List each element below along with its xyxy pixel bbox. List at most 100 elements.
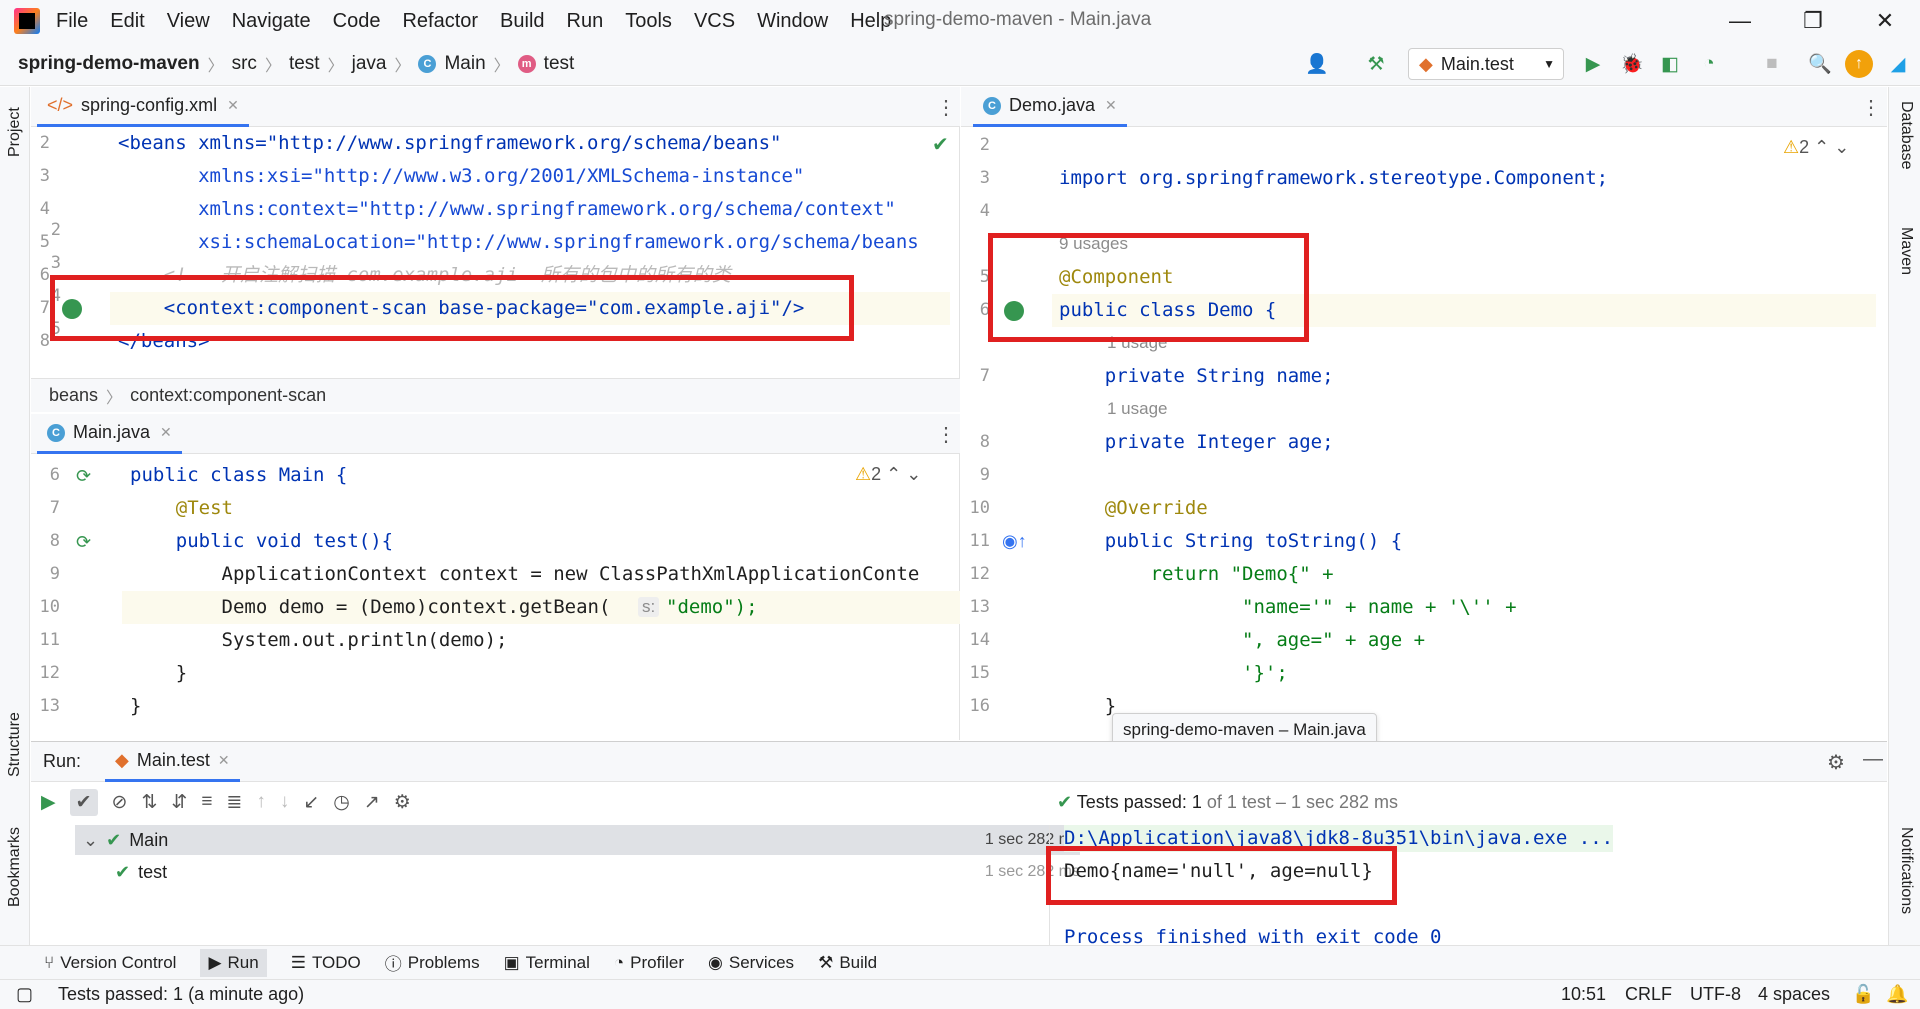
code-line[interactable]: public String toString() {: [1059, 528, 1402, 555]
close-tab-icon[interactable]: ✕: [1105, 97, 1117, 114]
warning-indicator[interactable]: ⚠2 ⌃ ⌄: [1783, 137, 1849, 158]
code-line[interactable]: private String name;: [1059, 363, 1334, 390]
history-icon[interactable]: ◷: [333, 791, 350, 814]
hide-panel-icon[interactable]: —: [1863, 748, 1883, 771]
maven-tool-label[interactable]: Maven: [1897, 227, 1915, 275]
tab-spring-config[interactable]: </> spring-config.xml ✕: [37, 87, 249, 127]
tab-todo[interactable]: ☰ TODO: [291, 953, 361, 973]
export-icon[interactable]: ↗: [364, 791, 380, 814]
menu-tools[interactable]: Tools: [625, 10, 672, 33]
code-line[interactable]: <beans xmlns="http://www.springframework…: [118, 130, 958, 157]
import-icon[interactable]: ↙: [303, 791, 319, 814]
more-options-icon[interactable]: ⋮: [936, 422, 956, 447]
menu-window[interactable]: Window: [757, 10, 828, 33]
gear-icon[interactable]: ⚙: [394, 791, 411, 814]
code-line[interactable]: ApplicationContext context = new ClassPa…: [130, 561, 958, 588]
breadcrumb-project[interactable]: spring-demo-maven: [18, 53, 200, 75]
breadcrumb-main[interactable]: Main: [444, 53, 485, 75]
expand-all-icon[interactable]: ≡: [201, 791, 212, 813]
database-tool-label[interactable]: Database: [1897, 101, 1915, 170]
tab-problems[interactable]: ⓘ Problems: [385, 950, 480, 975]
menu-file[interactable]: File: [56, 10, 88, 33]
tree-row-test[interactable]: ✔ test 1 sec 282 ms: [75, 857, 1080, 887]
run-gutter-icon[interactable]: ⟳: [76, 532, 91, 553]
chevron-down-icon[interactable]: ⌄: [906, 464, 921, 484]
menu-edit[interactable]: Edit: [110, 10, 144, 33]
search-icon[interactable]: 🔍: [1806, 50, 1834, 78]
rerun-icon[interactable]: ▶: [41, 791, 56, 814]
breadcrumb-src[interactable]: src: [232, 53, 257, 75]
xml-breadcrumb-scan[interactable]: context:component-scan: [130, 385, 326, 406]
debug-icon[interactable]: 🐞: [1618, 50, 1646, 78]
close-tab-icon[interactable]: ✕: [160, 424, 172, 441]
chevron-up-icon[interactable]: ⌃: [886, 464, 901, 484]
menu-refactor[interactable]: Refactor: [402, 10, 478, 33]
collapse-all-icon[interactable]: ≣: [226, 791, 242, 814]
code-line[interactable]: ", age=" + age +: [1059, 627, 1425, 654]
notifications-tool-label[interactable]: Notifications: [1897, 827, 1915, 914]
tab-version-control[interactable]: ⑂ Version Control: [44, 953, 176, 973]
xml-breadcrumb-beans[interactable]: beans: [49, 385, 98, 406]
code-line[interactable]: xmlns:xsi="http://www.w3.org/2001/XMLSch…: [118, 163, 958, 190]
bookmarks-tool-label[interactable]: Bookmarks: [6, 827, 24, 907]
breadcrumb-method[interactable]: test: [544, 53, 575, 75]
code-line[interactable]: Demo demo = (Demo)context.getBean(: [130, 594, 611, 621]
tab-run-main-test[interactable]: ◆ Main.test ✕: [105, 742, 240, 782]
code-line[interactable]: return "Demo{" +: [1059, 561, 1334, 588]
breadcrumb-java[interactable]: java: [352, 53, 387, 75]
code-line[interactable]: import org.springframework.stereotype.Co…: [1059, 165, 1608, 192]
code-line[interactable]: @Test: [130, 495, 233, 522]
user-icon[interactable]: 👤: [1303, 50, 1331, 78]
minimize-button[interactable]: —: [1705, 0, 1775, 42]
tab-terminal[interactable]: ▣ Terminal: [504, 953, 590, 973]
override-gutter-icon[interactable]: ◉↑: [1002, 531, 1027, 552]
code-line[interactable]: "name='" + name + '\'' +: [1059, 594, 1517, 621]
close-tab-icon[interactable]: ✕: [227, 97, 239, 114]
line-separator[interactable]: CRLF: [1625, 984, 1672, 1005]
run-config-select[interactable]: ◆ Main.test ▼: [1408, 48, 1564, 80]
sort-alpha-icon[interactable]: ⇅: [141, 791, 157, 814]
tab-main-java[interactable]: C Main.java ✕: [37, 414, 182, 454]
previous-icon[interactable]: ↑: [256, 791, 266, 813]
show-passed-icon[interactable]: ✔: [69, 788, 98, 816]
code-line[interactable]: '}';: [1059, 660, 1288, 687]
more-options-icon[interactable]: ⋮: [1861, 95, 1881, 120]
next-icon[interactable]: ↓: [280, 791, 290, 813]
restore-button[interactable]: ❐: [1778, 0, 1848, 42]
tab-services[interactable]: ◉ Services: [708, 953, 794, 973]
update-icon[interactable]: ↑: [1845, 50, 1873, 78]
code-line[interactable]: xsi:schemaLocation="http://www.springfra…: [118, 229, 958, 256]
notification-icon[interactable]: 🔔: [1886, 984, 1908, 1005]
sort-duration-icon[interactable]: ⇵: [171, 791, 187, 814]
chevron-up-icon[interactable]: ⌃: [1814, 137, 1829, 157]
file-encoding[interactable]: UTF-8: [1690, 984, 1741, 1005]
code-line[interactable]: public void test(){: [130, 528, 393, 555]
menu-build[interactable]: Build: [500, 10, 544, 33]
menu-navigate[interactable]: Navigate: [232, 10, 311, 33]
layout-icon[interactable]: ▢: [16, 984, 33, 1005]
jetbrains-icon[interactable]: ◢: [1884, 50, 1912, 78]
code-line[interactable]: System.out.println(demo);: [130, 627, 508, 654]
profiler-icon[interactable]: ◔: [1695, 50, 1723, 78]
close-window-button[interactable]: ✕: [1850, 0, 1920, 42]
tab-run[interactable]: ▶ Run: [200, 948, 267, 977]
stop-icon[interactable]: ■: [1758, 50, 1786, 78]
tree-row-main[interactable]: ⌄ ✔ Main 1 sec 282 ms: [75, 825, 1080, 855]
code-line[interactable]: }: [130, 660, 187, 687]
status-message[interactable]: Tests passed: 1 (a minute ago): [58, 984, 304, 1005]
chevron-down-icon[interactable]: ⌄: [83, 830, 98, 851]
cursor-position[interactable]: 10:51: [1561, 984, 1606, 1005]
warning-indicator[interactable]: ⚠2 ⌃ ⌄: [855, 464, 921, 485]
settings-icon[interactable]: ⚙: [1827, 750, 1845, 775]
tab-demo-java[interactable]: C Demo.java ✕: [973, 87, 1127, 127]
coverage-icon[interactable]: ◧: [1656, 50, 1684, 78]
menu-view[interactable]: View: [167, 10, 210, 33]
run-gutter-icon[interactable]: ⟳: [76, 466, 91, 487]
tab-build[interactable]: ⚒ Build: [818, 953, 877, 973]
breadcrumb-test[interactable]: test: [289, 53, 320, 75]
show-ignored-icon[interactable]: ⊘: [112, 791, 128, 814]
code-line[interactable]: }: [1059, 693, 1116, 720]
code-line[interactable]: xmlns:context="http://www.springframewor…: [118, 196, 958, 223]
menu-run[interactable]: Run: [567, 10, 604, 33]
more-options-icon[interactable]: ⋮: [936, 95, 956, 120]
